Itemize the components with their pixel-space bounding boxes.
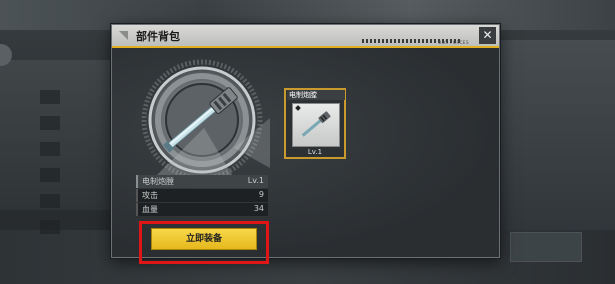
stat-row-health: 血量 34	[136, 203, 268, 216]
parts-backpack-panel: 部件背包 BOX FORCES ✕ 电制炮膛 Lv.1 攻击 9 血量 34 立…	[111, 24, 500, 264]
part-name: 电制炮膛	[142, 177, 174, 186]
background-decor	[40, 90, 60, 240]
panel-body: 电制炮膛 Lv.1 攻击 9 血量 34 立即装备 电制炮膛 Lv.1	[112, 48, 499, 264]
inventory-slot[interactable]: 电制炮膛 Lv.1	[284, 88, 346, 159]
slot-part-name: 电制炮膛	[287, 90, 345, 100]
background-scene-right	[500, 40, 615, 240]
slot-part-image	[292, 103, 340, 147]
background-button	[510, 232, 582, 262]
panel-title: 部件背包	[136, 30, 180, 43]
brand-tag: BOX FORCES	[438, 40, 469, 45]
stat-value: 34	[253, 204, 264, 213]
cannon-barrel-icon	[141, 59, 270, 181]
panel-header: 部件背包 BOX FORCES ✕	[112, 25, 499, 48]
selected-part-display	[134, 58, 270, 182]
stat-value: 9	[258, 190, 264, 199]
stat-label: 攻击	[142, 191, 158, 200]
close-button[interactable]: ✕	[479, 27, 496, 44]
part-stats: 电制炮膛 Lv.1 攻击 9 血量 34	[136, 175, 268, 217]
header-corner-icon	[119, 31, 128, 40]
part-name-row: 电制炮膛 Lv.1	[136, 175, 268, 188]
stat-row-attack: 攻击 9	[136, 189, 268, 202]
part-level: Lv.1	[247, 176, 264, 185]
slot-part-level: Lv.1	[307, 148, 323, 156]
stat-label: 血量	[142, 205, 158, 214]
equip-now-button[interactable]: 立即装备	[151, 228, 257, 250]
cannon-barrel-thumb-icon	[301, 111, 331, 137]
